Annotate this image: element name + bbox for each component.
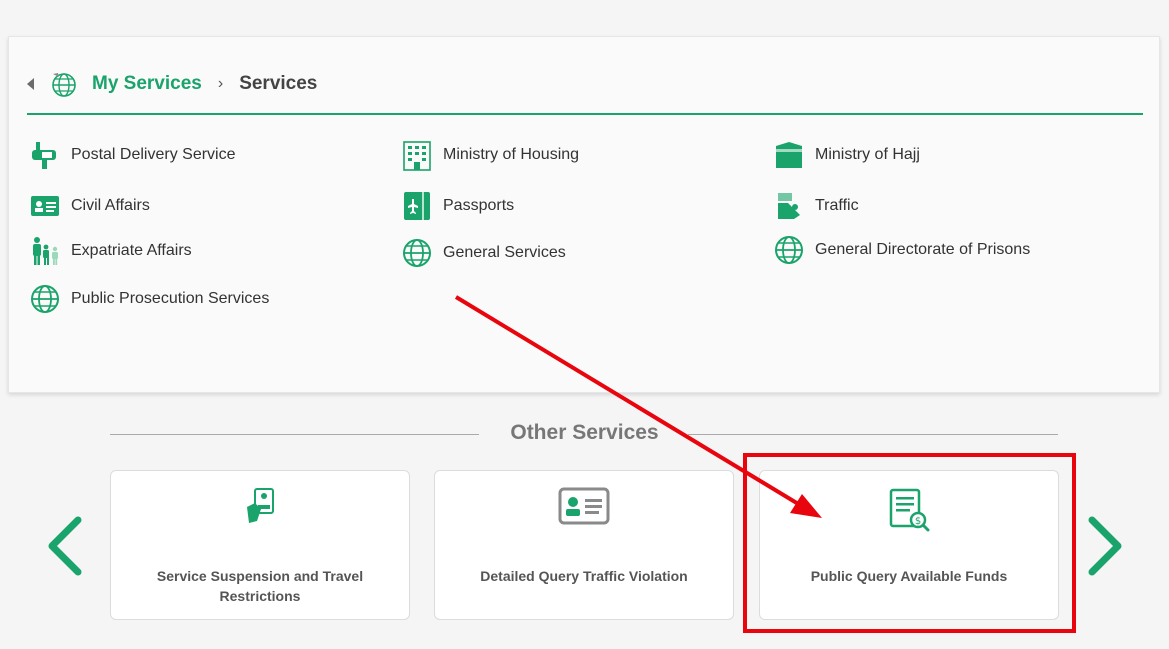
back-arrow-icon[interactable] <box>27 78 34 90</box>
id-card-icon <box>558 487 610 525</box>
passport-icon <box>401 190 433 222</box>
traffic-icon <box>773 190 805 222</box>
globe-plane-icon <box>52 73 76 97</box>
card-label: Service Suspension and Travel Restrictio… <box>156 568 364 604</box>
breadcrumb-my-services[interactable]: My Services <box>92 73 202 95</box>
building-icon <box>401 139 433 171</box>
service-label: Passports <box>443 197 515 214</box>
carousel-next-icon[interactable] <box>1086 516 1126 576</box>
service-ministry-housing[interactable]: Ministry of Housing <box>401 139 579 171</box>
service-passports[interactable]: Passports <box>401 190 514 222</box>
globe-icon <box>773 234 805 266</box>
service-postal-delivery[interactable]: Postal Delivery Service <box>29 139 236 171</box>
card-traffic-violation[interactable]: Detailed Query Traffic Violation <box>434 470 734 620</box>
service-label: Civil Affairs <box>71 197 150 214</box>
service-label: Ministry of Hajj <box>815 146 920 163</box>
services-panel: My Services › Services Postal Delivery S… <box>8 36 1160 393</box>
card-service-suspension[interactable]: Service Suspension and Travel Restrictio… <box>110 470 410 620</box>
other-services-title: Other Services <box>510 421 659 444</box>
service-public-prosecution[interactable]: Public Prosecution Services <box>29 283 269 315</box>
globe-icon <box>29 283 61 315</box>
service-label: Expatriate Affairs <box>71 242 192 259</box>
service-expatriate-affairs[interactable]: Expatriate Affairs <box>29 235 192 267</box>
service-label: Public Prosecution Services <box>71 290 270 307</box>
service-label: Traffic <box>815 197 859 214</box>
service-label: Postal Delivery Service <box>71 146 236 163</box>
breadcrumb-separator: › <box>217 75 224 92</box>
service-label: Ministry of Housing <box>443 146 580 163</box>
service-label: General Directorate of Prisons <box>815 241 1031 258</box>
highlight-box <box>743 453 1076 633</box>
breadcrumb: My Services › Services <box>27 67 1143 101</box>
carousel-prev-icon[interactable] <box>44 516 84 576</box>
service-civil-affairs[interactable]: Civil Affairs <box>29 190 150 222</box>
service-label: General Services <box>443 244 566 261</box>
service-traffic[interactable]: Traffic <box>773 190 859 222</box>
breadcrumb-current: Services <box>239 73 318 94</box>
passport-hand-icon <box>247 488 274 523</box>
breadcrumb-divider <box>27 113 1143 115</box>
service-ministry-hajj[interactable]: Ministry of Hajj <box>773 139 920 171</box>
service-prisons[interactable]: General Directorate of Prisons <box>773 234 1030 266</box>
id-card-icon <box>29 190 61 222</box>
card-label: Detailed Query Traffic Violation <box>480 568 688 584</box>
mailbox-icon <box>29 139 61 171</box>
kaaba-icon <box>773 139 805 171</box>
globe-icon <box>401 237 433 269</box>
family-icon <box>29 235 61 267</box>
service-general-services[interactable]: General Services <box>401 237 566 269</box>
